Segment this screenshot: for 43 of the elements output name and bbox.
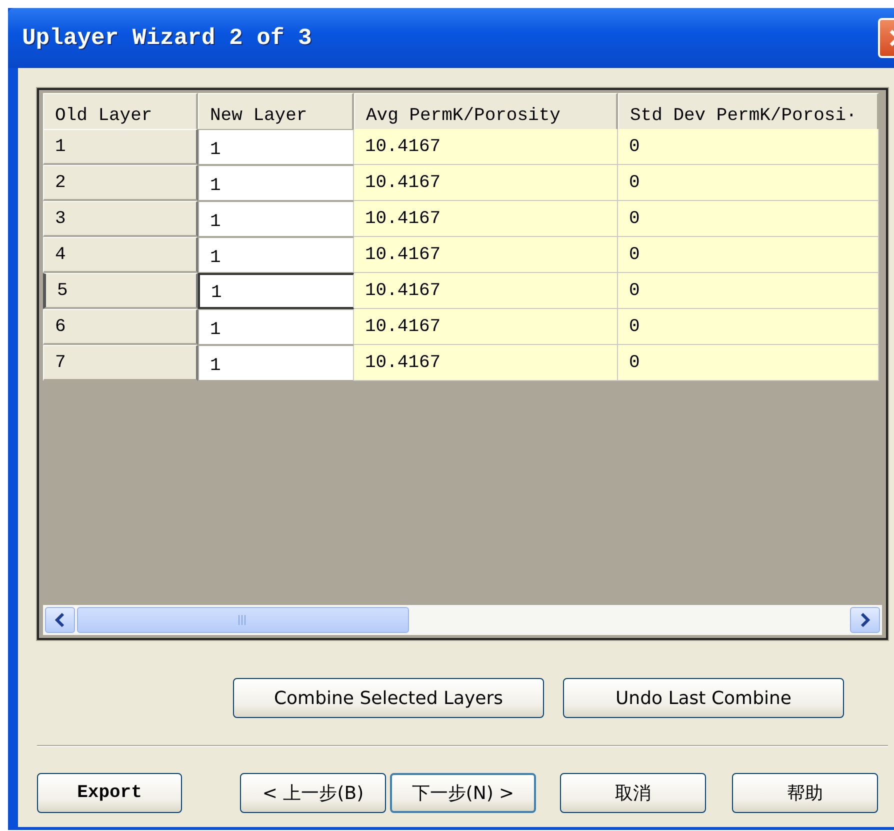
table-cell: 10.4167 (354, 237, 618, 273)
input-field[interactable]: 1 (198, 201, 354, 237)
table-cell: 10.4167 (354, 345, 618, 381)
table-cell: 0 (618, 345, 879, 381)
wizard-button[interactable]: 取消 (560, 773, 706, 813)
grip-icon (238, 615, 248, 625)
window-title: Uplayer Wizard 2 of 3 (22, 25, 312, 51)
export-button[interactable]: Export (37, 773, 182, 813)
table-cell: 10.4167 (354, 165, 618, 201)
row-header[interactable]: 1 (43, 129, 198, 165)
row-header[interactable]: 4 (43, 237, 198, 273)
table-cell: 0 (618, 273, 879, 309)
wizard-button[interactable]: 帮助 (732, 773, 878, 813)
action-button[interactable]: Undo Last Combine (563, 678, 844, 718)
wizard-button[interactable]: < 上一步(B) (240, 773, 386, 813)
table-cell: 10.4167 (354, 201, 618, 237)
table-cell: 0 (618, 165, 879, 201)
table-cell: 0 (618, 129, 879, 165)
chevron-right-icon (860, 613, 870, 627)
table-cell: 10.4167 (354, 309, 618, 345)
row-header[interactable]: 6 (43, 309, 198, 345)
input-field[interactable]: 1 (198, 345, 354, 381)
chevron-left-icon (55, 613, 65, 627)
row-header[interactable]: 5 (43, 273, 198, 309)
row-header[interactable]: 7 (43, 345, 198, 381)
scroll-thumb[interactable] (77, 607, 409, 633)
input-field[interactable]: 1 (198, 237, 354, 273)
row-header[interactable]: 3 (43, 201, 198, 237)
table-cell: 0 (618, 309, 879, 345)
table-cell: 0 (618, 237, 879, 273)
wizard-button[interactable]: 下一步(N) > (390, 773, 536, 813)
action-button[interactable]: Combine Selected Layers (233, 678, 544, 718)
scroll-left-button[interactable] (45, 607, 75, 633)
input-field[interactable]: 1 (198, 165, 354, 201)
horizontal-scrollbar[interactable] (43, 605, 882, 635)
row-header[interactable]: 2 (43, 165, 198, 201)
scroll-right-button[interactable] (850, 607, 880, 633)
table-cell: 10.4167 (354, 273, 618, 309)
table-cell: 10.4167 (354, 129, 618, 165)
input-field[interactable]: 1 (198, 273, 354, 309)
input-field[interactable]: 1 (198, 129, 354, 165)
table-cell: 0 (618, 201, 879, 237)
input-field[interactable]: 1 (198, 309, 354, 345)
